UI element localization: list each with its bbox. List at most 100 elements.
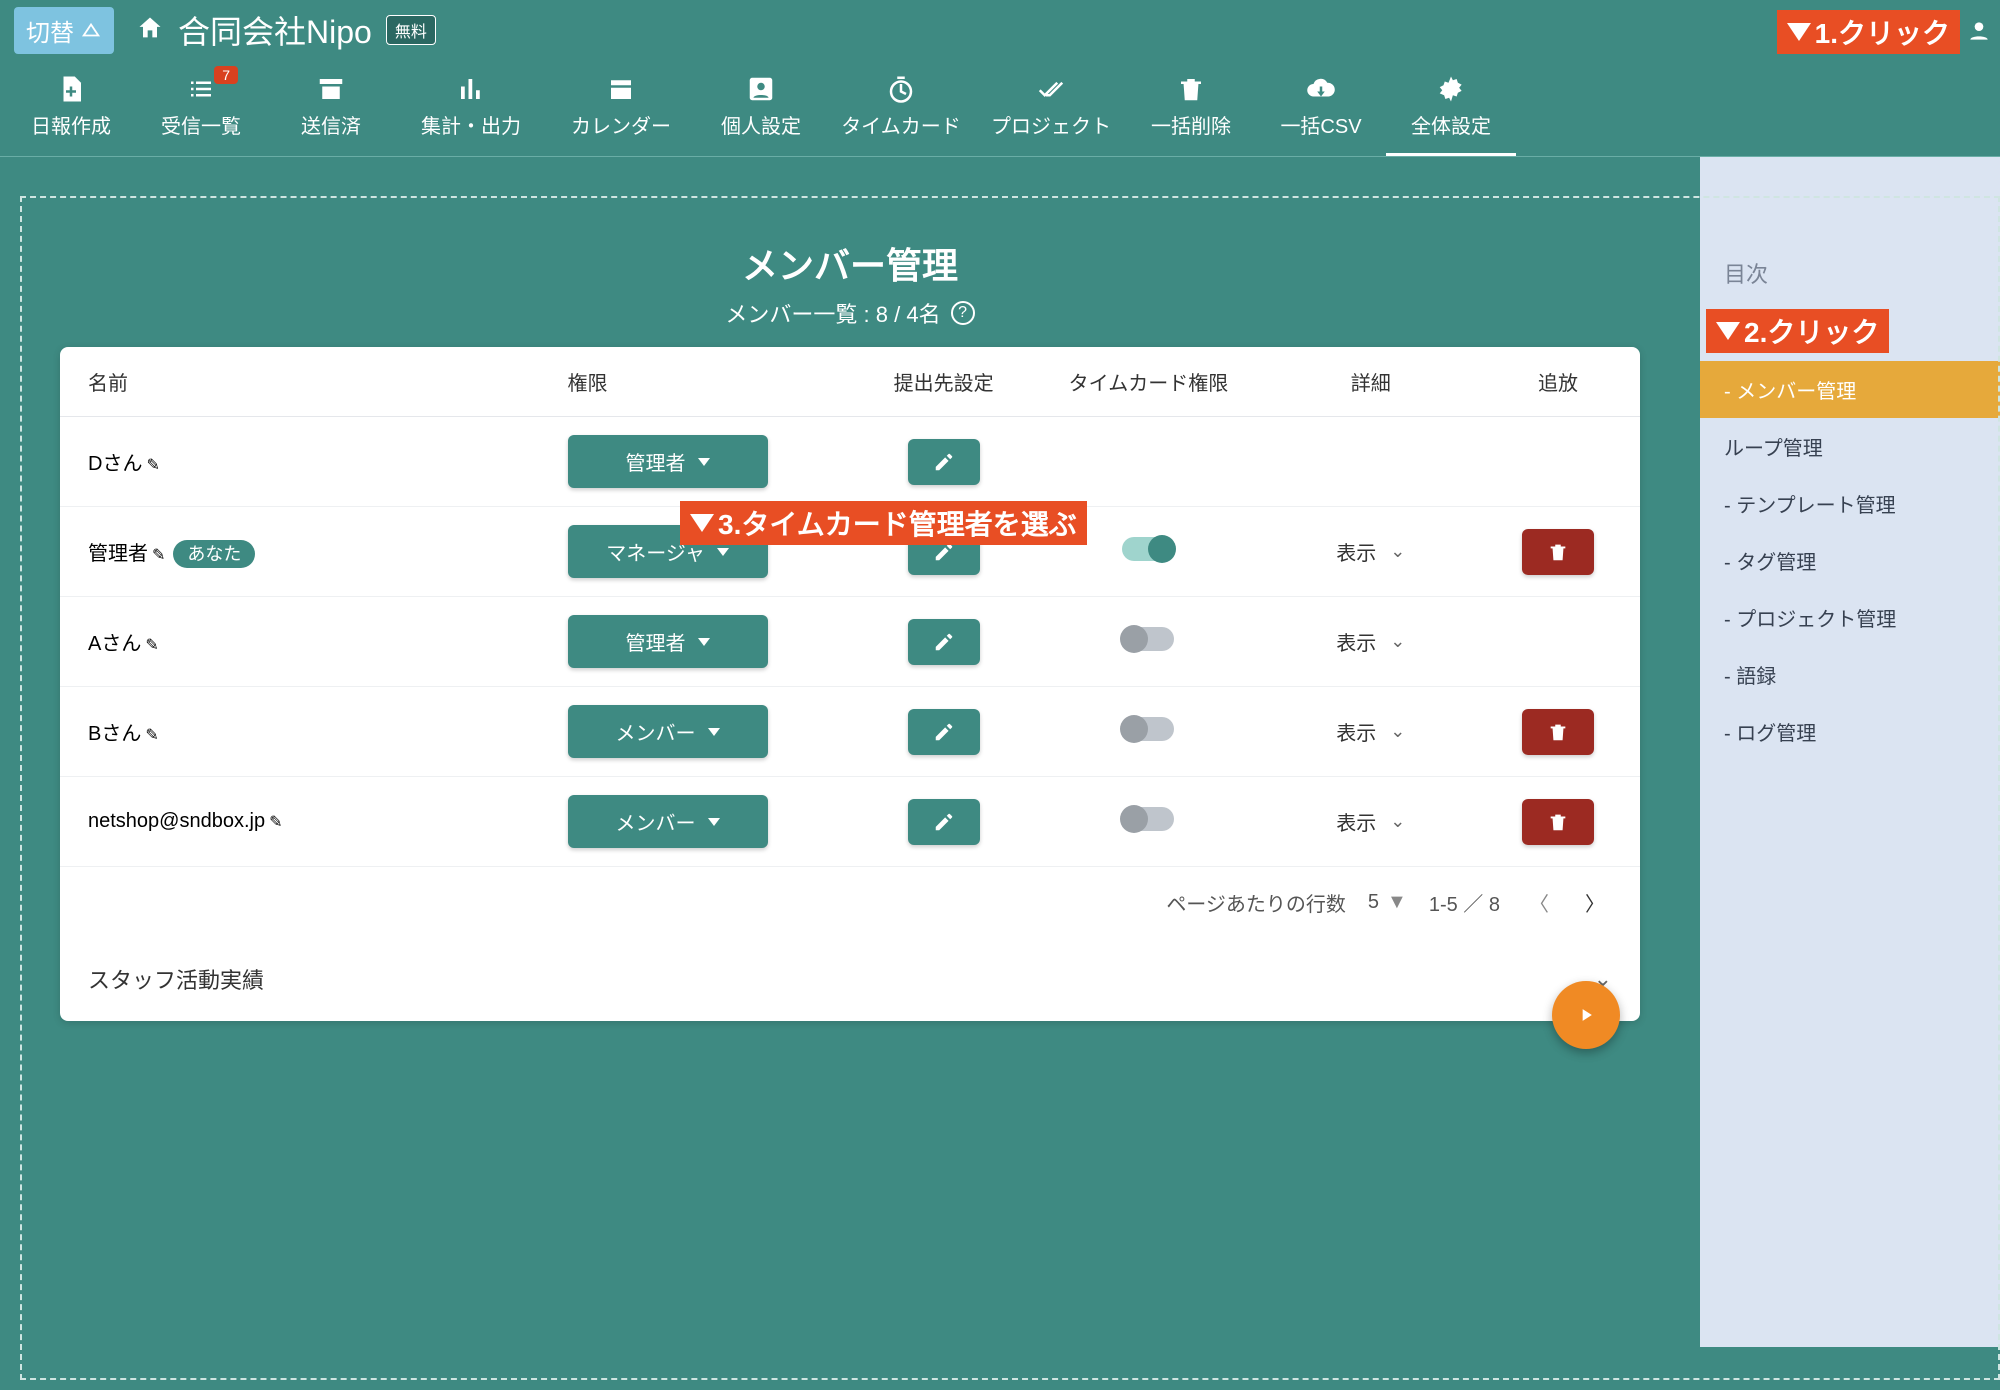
tab-bulk-csv[interactable]: 一括CSV xyxy=(1256,64,1386,156)
plan-badge: 無料 xyxy=(386,15,436,45)
toc-item[interactable]: ループ管理 xyxy=(1700,418,2000,475)
caret-down-icon xyxy=(717,548,729,556)
tab-global-settings[interactable]: 全体設定 xyxy=(1386,64,1516,156)
member-card: 名前 権限 提出先設定 タイムカード権限 詳細 追放 Dさん✎管理者管理者✎あな… xyxy=(60,347,1640,1021)
tab-aggregate[interactable]: 集計・出力 xyxy=(396,64,546,156)
timecard-toggle[interactable] xyxy=(1122,807,1174,831)
detail-link[interactable]: 表示⌄ xyxy=(1336,627,1405,656)
toc-item[interactable]: - メンバー管理 xyxy=(1700,361,2000,418)
toggle-knob xyxy=(1120,805,1148,833)
member-name: netshop@sndbox.jp xyxy=(88,810,265,832)
prev-page-button[interactable]: 〈 xyxy=(1522,885,1556,919)
calendar-icon xyxy=(606,74,636,104)
table-row: Aさん✎ 管理者 表示⌄ xyxy=(60,597,1640,687)
caret-down-icon: ▼ xyxy=(1387,891,1407,914)
timecard-toggle[interactable] xyxy=(1122,537,1174,561)
member-name: 管理者 xyxy=(88,543,148,565)
toc-heading: 目次 xyxy=(1700,257,2000,309)
bar-chart-icon xyxy=(456,74,486,104)
archive-icon xyxy=(316,74,346,104)
timer-icon xyxy=(886,74,916,104)
tab-create-report[interactable]: 日報作成 xyxy=(6,64,136,156)
toc-item[interactable]: - ログ管理 xyxy=(1700,703,2000,760)
role-select[interactable]: メンバー xyxy=(568,795,768,848)
chevron-down-icon: ⌄ xyxy=(1390,541,1405,562)
tab-project[interactable]: プロジェクト xyxy=(976,64,1126,156)
chevron-down-icon: ⌄ xyxy=(1390,631,1405,652)
timecard-toggle[interactable] xyxy=(1122,627,1174,651)
caret-down-icon xyxy=(698,638,710,646)
edit-name-icon[interactable]: ✎ xyxy=(146,457,159,474)
expel-button[interactable] xyxy=(1522,799,1594,845)
tab-sent[interactable]: 送信済 xyxy=(266,64,396,156)
th-role: 権限 xyxy=(552,347,856,417)
account-icon[interactable] xyxy=(1966,18,1992,49)
tab-personal-settings[interactable]: 個人設定 xyxy=(696,64,826,156)
triangle-down-icon xyxy=(1716,322,1740,340)
toggle-knob xyxy=(1120,715,1148,743)
caret-down-icon xyxy=(708,728,720,736)
detail-link[interactable]: 表示⌄ xyxy=(1336,537,1405,566)
expel-button[interactable] xyxy=(1522,529,1594,575)
rows-per-page-select[interactable]: 5 ▼ xyxy=(1368,891,1407,914)
table-row: netshop@sndbox.jp✎ メンバー 表示⌄ xyxy=(60,777,1640,867)
page-title: メンバー管理 xyxy=(20,237,1680,289)
toc-item[interactable]: - テンプレート管理 xyxy=(1700,475,2000,532)
switch-button[interactable]: 切替 xyxy=(14,7,114,54)
toc-item[interactable]: - タグ管理 xyxy=(1700,532,2000,589)
staff-activity-panel[interactable]: スタッフ活動実績 ⌄ xyxy=(60,937,1640,1021)
inbox-badge: 7 xyxy=(214,66,238,84)
org-name: 合同会社Nipo xyxy=(178,7,372,53)
switch-label: 切替 xyxy=(26,13,74,48)
fab-play-button[interactable] xyxy=(1552,981,1620,1049)
th-name: 名前 xyxy=(60,347,552,417)
toc-item[interactable]: - プロジェクト管理 xyxy=(1700,589,2000,646)
help-icon[interactable]: ? xyxy=(951,301,975,325)
next-page-button[interactable]: 〉 xyxy=(1578,885,1612,919)
th-expel: 追放 xyxy=(1476,347,1640,417)
page-subtitle: メンバー一覧 : 8 / 4名 ? xyxy=(20,297,1680,329)
home-icon[interactable] xyxy=(136,14,164,47)
tab-calendar[interactable]: カレンダー xyxy=(546,64,696,156)
gear-icon xyxy=(1436,74,1466,104)
nav-tabs: 日報作成 7 受信一覧 送信済 集計・出力 カレンダー 個人設定 タイムカード … xyxy=(0,60,2000,157)
check-all-icon xyxy=(1036,74,1066,104)
member-name: Bさん xyxy=(88,723,141,745)
caret-down-icon xyxy=(708,818,720,826)
detail-link[interactable]: 表示⌄ xyxy=(1336,717,1405,746)
triangle-down-icon xyxy=(1787,23,1811,41)
caret-down-icon xyxy=(698,458,710,466)
edit-destination-button[interactable] xyxy=(908,799,980,845)
role-select[interactable]: 管理者 xyxy=(568,615,768,668)
th-timecard: タイムカード権限 xyxy=(1031,347,1265,417)
th-detail: 詳細 xyxy=(1265,347,1476,417)
tab-timecard[interactable]: タイムカード xyxy=(826,64,976,156)
edit-name-icon[interactable]: ✎ xyxy=(145,637,158,654)
tab-inbox[interactable]: 7 受信一覧 xyxy=(136,64,266,156)
annotation-1: 1.クリック xyxy=(1777,10,1960,54)
edit-name-icon[interactable]: ✎ xyxy=(152,547,165,564)
table-row: Dさん✎ 管理者 xyxy=(60,417,1640,507)
toc-item[interactable]: - 語録 xyxy=(1700,646,2000,703)
table-row: Bさん✎ メンバー 表示⌄ xyxy=(60,687,1640,777)
annotation-3: 3.タイムカード管理者を選ぶ xyxy=(680,501,1087,545)
edit-destination-button[interactable] xyxy=(908,439,980,485)
trash-icon xyxy=(1176,74,1206,104)
timecard-toggle[interactable] xyxy=(1122,717,1174,741)
edit-name-icon[interactable]: ✎ xyxy=(269,814,282,831)
member-name: Aさん xyxy=(88,633,141,655)
file-plus-icon xyxy=(56,74,86,104)
member-name: Dさん xyxy=(88,453,142,475)
side-toc: 目次 2.クリック - メンバー管理ループ管理- テンプレート管理- タグ管理-… xyxy=(1700,157,2000,1347)
edit-destination-button[interactable] xyxy=(908,709,980,755)
role-select[interactable]: 管理者 xyxy=(568,435,768,488)
edit-name-icon[interactable]: ✎ xyxy=(145,727,158,744)
edit-destination-button[interactable] xyxy=(908,619,980,665)
detail-link[interactable]: 表示⌄ xyxy=(1336,807,1405,836)
tab-bulk-delete[interactable]: 一括削除 xyxy=(1126,64,1256,156)
chevron-down-icon: ⌄ xyxy=(1390,721,1405,742)
table-pager: ページあたりの行数 5 ▼ 1-5 ／ 8 〈 〉 xyxy=(60,867,1640,937)
role-select[interactable]: メンバー xyxy=(568,705,768,758)
rows-per-page-label: ページあたりの行数 xyxy=(1166,888,1346,917)
expel-button[interactable] xyxy=(1522,709,1594,755)
